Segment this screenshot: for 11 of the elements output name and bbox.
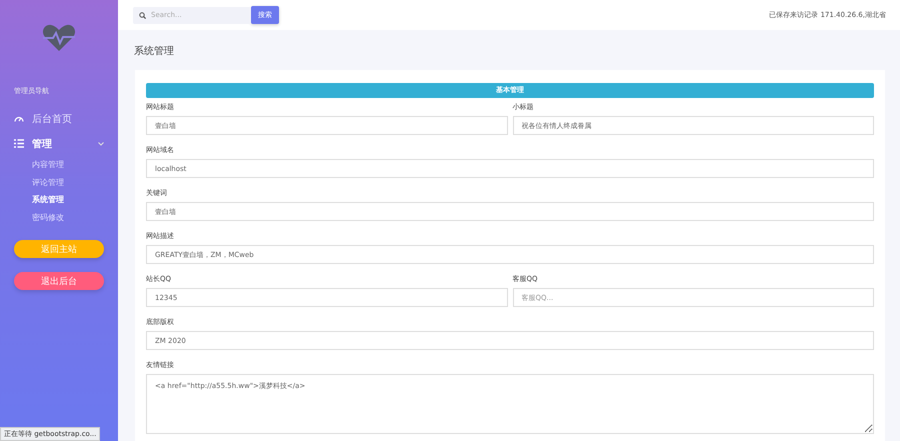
page-title: 系统管理 xyxy=(134,44,175,59)
heart-pulse-icon xyxy=(42,24,76,52)
gauge-icon xyxy=(14,115,24,122)
nav-item[interactable]: 管理 xyxy=(14,131,104,156)
nav-subitem[interactable]: 评论管理 xyxy=(32,174,104,191)
list-icon xyxy=(14,139,24,148)
nav-subitem[interactable]: 内容管理 xyxy=(32,156,104,174)
nav-subitem[interactable]: 密码修改 xyxy=(32,208,104,226)
nav-item[interactable]: 后台首页 xyxy=(14,106,104,131)
logout-button[interactable]: 退出后台 xyxy=(14,272,104,290)
nav-subitem[interactable]: 系统管理 xyxy=(32,191,104,208)
